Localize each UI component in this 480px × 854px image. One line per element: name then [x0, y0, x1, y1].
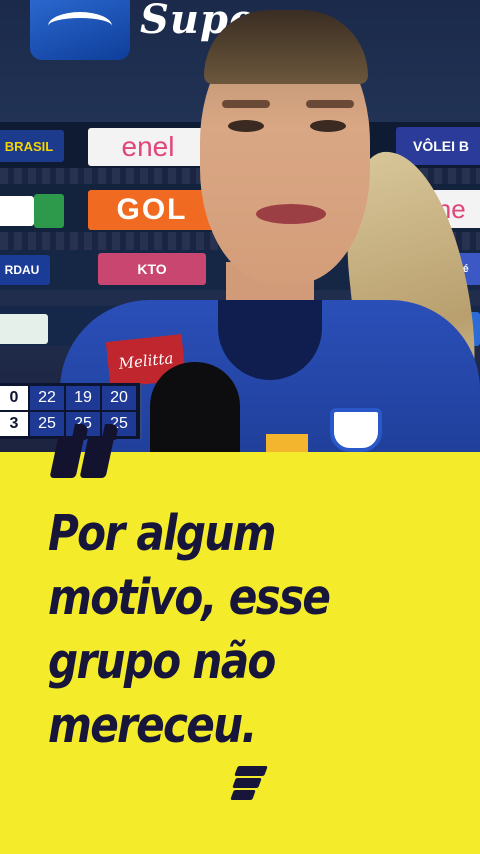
quote-line: motivo, esse	[48, 569, 331, 626]
ad-board-rdau: RDAU	[0, 255, 50, 285]
set-score: 22	[30, 386, 64, 410]
ad-board-brasil: BRASIL	[0, 130, 64, 162]
quote-line: grupo não	[48, 633, 276, 690]
set-score: 19	[66, 386, 100, 410]
sets-won: 0	[0, 386, 28, 410]
set-score: 20	[102, 386, 136, 410]
mouth	[256, 204, 326, 224]
brand-s-logo-icon	[230, 766, 268, 800]
jersey-badge	[266, 434, 308, 452]
set-score: 25	[30, 412, 64, 436]
quote-line: Por algum	[48, 505, 276, 562]
ad-board-red	[0, 196, 34, 226]
microphone-icon	[150, 362, 240, 452]
ad-board-red	[0, 314, 48, 344]
scoreboard-row: 0 22 19 20	[0, 385, 136, 411]
team-crest	[330, 408, 382, 452]
sets-won: 3	[0, 412, 28, 436]
eyebrow	[306, 100, 354, 108]
scoreboard: 0 22 19 20 3 25 25 25	[0, 383, 142, 439]
interview-video-frame: Super BRASIL enel VÔLEI B GOL ene RDAU K…	[0, 0, 480, 452]
ad-board-enel: enel	[88, 128, 208, 166]
quote-line: mereceu.	[48, 697, 257, 754]
quote-text: Por algum motivo, esse grupo não mereceu…	[48, 502, 409, 758]
eye	[310, 120, 346, 132]
quote-mark-icon	[49, 436, 115, 482]
ad-board-gol: GOL	[88, 190, 216, 230]
ad-board-kto: KTO	[98, 253, 206, 285]
eye	[228, 120, 264, 132]
ad-board-green	[34, 194, 64, 228]
eyebrow	[222, 100, 270, 108]
league-logo	[30, 0, 130, 60]
